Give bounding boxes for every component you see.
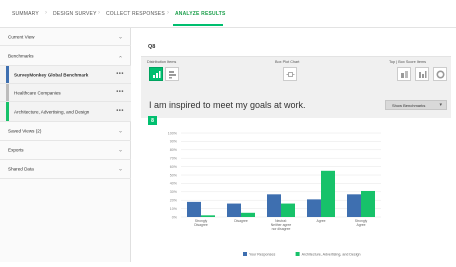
topbox-group-title: Top | Box Score Items [389,60,427,64]
question-number: Q8 [148,44,156,50]
bar [187,201,201,217]
nav-separator-icon: › [98,10,100,16]
horizontal-bar-icon [168,70,176,78]
nav-step-collect-responses[interactable]: COLLECT RESPONSES [106,11,165,17]
sidebar-item-label: Benchmarks [8,53,34,58]
column-chart-icon [418,70,426,78]
question-flag-icon: 8 [148,116,157,125]
donut-chart-button[interactable] [433,67,447,81]
x-tick-label: nor disagree [272,227,291,231]
chevron-down-icon: ⌄ [117,34,123,40]
pie-group-title: Box Plot Chart [275,60,300,64]
box-plot-icon [286,71,294,77]
sidebar: Current View ⌄ Benchmarks ⌄ SurveyMonkey… [0,28,131,262]
legend-label: Your Responses [249,253,275,257]
column-chart-button[interactable] [415,67,429,81]
x-tick-label: Agree [356,223,365,227]
nav-step-summary[interactable]: SUMMARY [12,11,39,17]
more-options-icon[interactable]: ••• [116,71,124,77]
legend-swatch [243,252,247,256]
bar [281,203,295,217]
chevron-up-icon: ⌄ [117,53,123,60]
more-options-icon[interactable]: ••• [116,108,124,114]
y-tick-label: 80% [170,148,178,152]
show-benchmarks-dropdown[interactable]: Show Benchmarks ▾ [385,100,447,110]
chevron-down-icon: ⌄ [117,128,123,135]
bar [201,215,215,217]
legend-swatch [295,252,300,256]
benchmark-item-label: Healthcare Companies [14,90,61,95]
chart-area: 0% 10% 20% 30% 40% 50% 60% 70% 80% 90% 100% Strongl… [131,128,456,262]
y-tick-label: 90% [170,140,178,144]
sidebar-item-shared-data[interactable]: Shared Data ⌄ [0,160,131,179]
x-tick-label: Disagree [194,223,208,227]
y-tick-label: 100% [168,131,178,135]
distribution-group-title: Distribution Items [147,60,177,64]
legend-label: Architecture, Advertising, and Design [302,253,361,257]
y-tick-label: 20% [170,199,178,203]
benchmark-item-label: SurveyMonkey Global Benchmark [14,72,89,77]
y-tick-label: 10% [170,207,178,211]
benchmark-item-label: Architecture, Advertising, and Design [14,109,90,114]
bar-chart-icon [152,70,160,78]
bar [321,170,335,217]
y-tick-label: 70% [170,157,178,161]
more-options-icon[interactable]: ••• [116,89,124,95]
bar-chart: 0%10%20%30%40%50%60%70%80%90%100%Strongl… [168,131,381,257]
bar [227,203,241,217]
benchmark-color-bar [6,66,9,83]
nav-separator-icon: › [45,10,47,16]
bar [361,190,375,217]
nav-step-design-survey[interactable]: DESIGN SURVEY [53,11,97,17]
stacked-bar-icon [400,70,408,78]
y-tick-label: 40% [170,182,178,186]
sidebar-item-benchmarks[interactable]: Benchmarks ⌄ [0,46,131,66]
bar [307,199,321,217]
benchmark-item-global[interactable]: SurveyMonkey Global Benchmark ••• [0,66,131,84]
show-benchmarks-label: Show Benchmarks [392,102,426,108]
stacked-bar-button[interactable] [397,67,411,81]
y-tick-label: 60% [170,165,178,169]
y-tick-label: 0% [172,215,178,219]
chevron-down-icon: ▾ [439,102,442,108]
donut-chart-icon [435,69,445,79]
bar [347,194,361,217]
benchmark-color-bar [6,84,9,101]
nav-step-analyze-results[interactable]: ANALYZE RESULTS [175,11,226,17]
y-tick-label: 30% [170,190,178,194]
sidebar-item-label: Exports [8,147,24,153]
benchmark-item-architecture[interactable]: Architecture, Advertising, and Design ••… [0,102,131,122]
benchmark-item-healthcare[interactable]: Healthcare Companies ••• [0,84,131,102]
horizontal-bar-chart-button[interactable] [165,67,179,81]
top-navigation: SUMMARY › DESIGN SURVEY › COLLECT RESPON… [0,0,456,28]
sidebar-item-saved-views[interactable]: Saved Views (2) ⌄ [0,122,131,141]
bar [267,194,281,217]
chevron-down-icon: ⌄ [117,147,123,154]
benchmark-color-bar [6,102,9,121]
box-plot-button[interactable] [283,67,297,81]
x-tick-label: Agree [316,219,325,223]
sidebar-item-label: Shared Data [8,166,34,172]
sidebar-item-label: Saved Views (2) [8,128,42,134]
question-title: I am inspired to meet my goals at work. [149,100,306,110]
bar-chart-button[interactable] [149,67,163,81]
sidebar-item-exports[interactable]: Exports ⌄ [0,141,131,160]
active-tab-underline [173,24,223,26]
x-tick-label: Disagree [234,219,248,223]
sidebar-item-current-view[interactable]: Current View ⌄ [0,28,131,46]
chevron-down-icon: ⌄ [117,166,123,173]
main-content: Q8 Distribution Items Box Plot Chart Top… [131,28,456,262]
nav-separator-icon: › [167,10,169,16]
bar [241,212,255,217]
sidebar-item-label: Current View [8,34,35,39]
y-tick-label: 50% [170,173,178,177]
